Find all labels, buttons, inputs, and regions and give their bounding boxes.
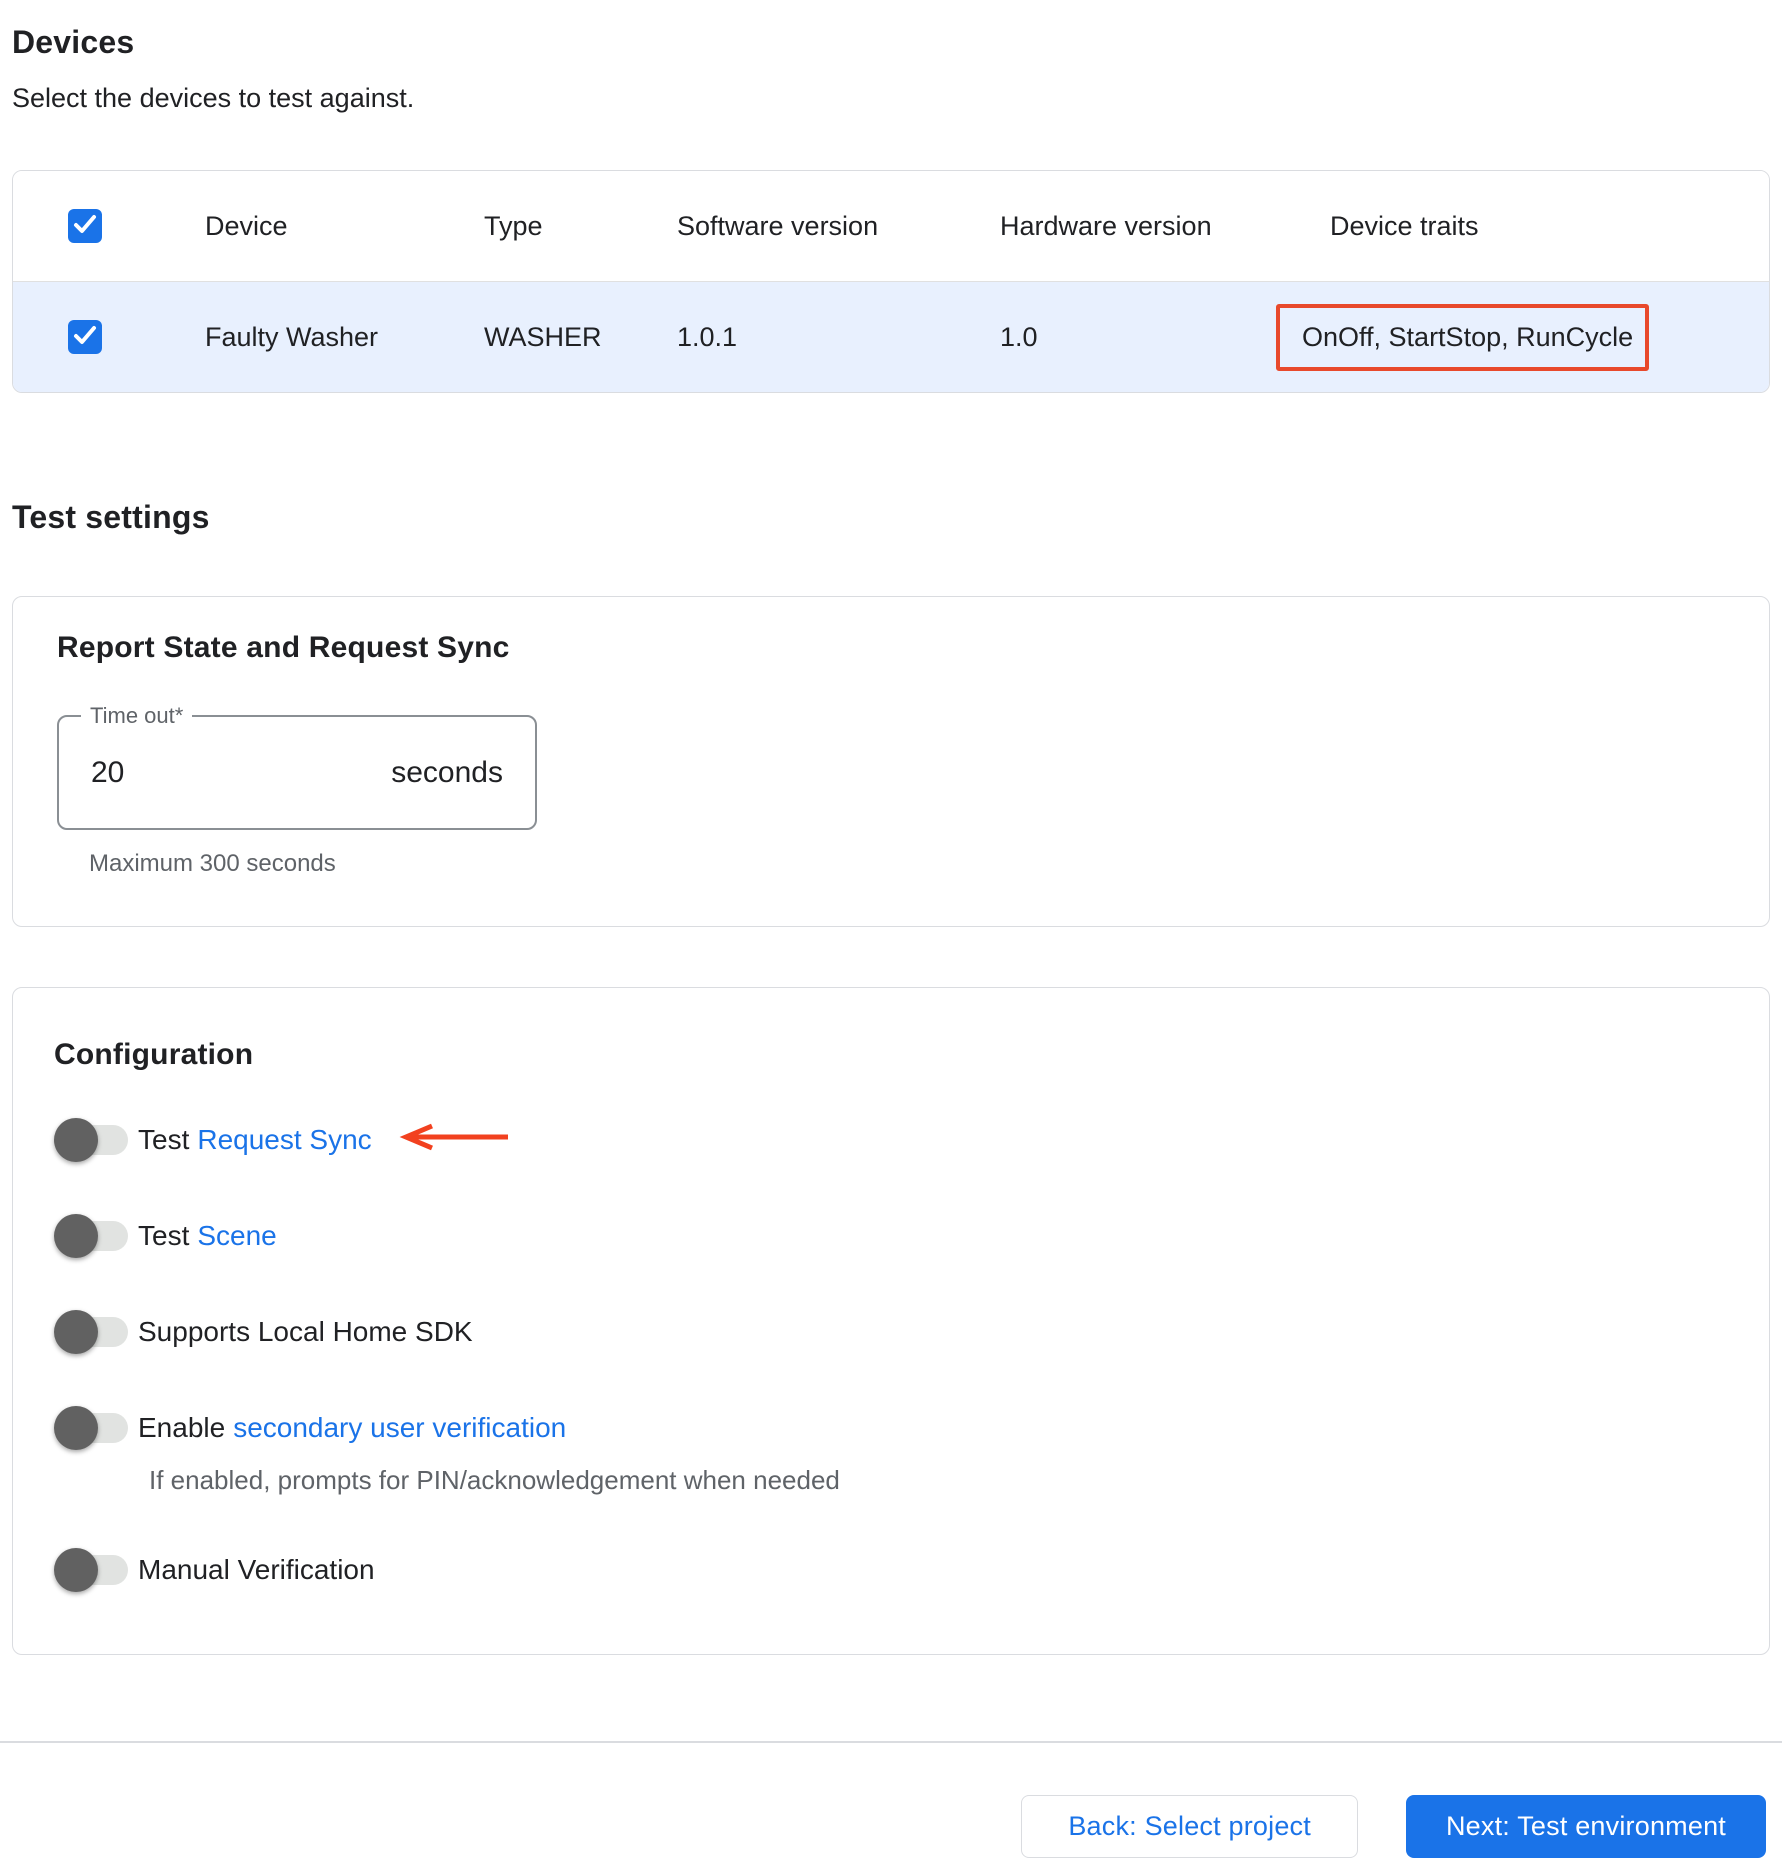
toggle-thumb (54, 1310, 98, 1354)
test-request-sync-toggle[interactable] (54, 1118, 128, 1162)
report-state-card-title: Report State and Request Sync (57, 631, 510, 664)
toggle-row-test-request-sync: Test Request Sync (54, 1118, 1725, 1162)
supports-local-home-sdk-toggle[interactable] (54, 1310, 128, 1354)
toggle-row-test-scene: Test Scene (54, 1214, 1725, 1258)
report-state-card: Report State and Request Sync Time out* … (12, 596, 1770, 927)
toggle-thumb (54, 1406, 98, 1450)
timeout-unit-label: seconds (391, 755, 503, 789)
timeout-field: Time out* seconds (57, 703, 537, 830)
secondary-user-verification-toggle[interactable] (54, 1406, 128, 1450)
toggle-label-text: Test (138, 1124, 190, 1155)
next-test-environment-button[interactable]: Next: Test environment (1405, 1795, 1766, 1858)
toggle-row-secondary-user-verification: Enable secondary user verification If en… (54, 1406, 1725, 1496)
secondary-user-verification-caption: If enabled, prompts for PIN/acknowledgem… (149, 1465, 840, 1495)
toggle-row-local-home-sdk: Supports Local Home SDK (54, 1310, 1725, 1354)
cell-device-traits: OnOff, StartStop, RunCycle (1276, 303, 1769, 371)
devices-table-header-row: Device Type Software version Hardware ve… (13, 171, 1769, 282)
timeout-field-label: Time out* (81, 703, 193, 729)
device-table-row: Faulty Washer WASHER 1.0.1 1.0 OnOff, St… (13, 282, 1769, 392)
toggle-label-text: Test (138, 1220, 190, 1251)
test-settings-heading: Test settings (12, 499, 210, 535)
device-traits-value: OnOff, StartStop, RunCycle (1302, 321, 1634, 352)
column-header-type: Type (484, 210, 543, 241)
toggle-thumb (54, 1214, 98, 1258)
red-highlight-box: OnOff, StartStop, RunCycle (1276, 303, 1650, 371)
column-header-software-version: Software version (677, 210, 879, 241)
cell-hardware-version: 1.0 (1000, 321, 1038, 352)
toggle-thumb (54, 1548, 98, 1592)
toggle-label-text: Enable (138, 1412, 226, 1443)
toggle-row-manual-verification: Manual Verification (54, 1548, 1725, 1592)
back-select-project-button[interactable]: Back: Select project (1021, 1795, 1358, 1858)
test-scene-toggle[interactable] (54, 1214, 128, 1258)
page-subtitle: Select the devices to test against. (12, 83, 415, 113)
toggle-label-text: Manual Verification (138, 1554, 375, 1585)
timeout-helper-text: Maximum 300 seconds (89, 850, 336, 877)
toggle-thumb (54, 1118, 98, 1162)
row-checkbox-cell (13, 320, 205, 354)
cell-device-type: WASHER (484, 321, 602, 352)
column-header-hardware-version: Hardware version (1000, 210, 1212, 241)
timeout-input[interactable] (91, 755, 311, 790)
cell-device-name: Faulty Washer (205, 321, 379, 352)
configuration-card: Configuration Test Request Sync Test Sce… (12, 987, 1770, 1655)
cell-software-version: 1.0.1 (677, 321, 738, 352)
checkmark-icon (72, 322, 98, 353)
column-header-device: Device (205, 210, 288, 241)
red-arrow-icon (396, 1123, 512, 1158)
footer-actions: Back: Select project Next: Test environm… (0, 1795, 1782, 1858)
footer-divider (0, 1741, 1782, 1743)
device-row-checkbox[interactable] (68, 320, 102, 354)
manual-verification-toggle[interactable] (54, 1548, 128, 1592)
header-checkbox-cell (13, 209, 205, 243)
devices-table: Device Type Software version Hardware ve… (12, 170, 1770, 393)
checkmark-icon (72, 211, 98, 242)
configuration-card-title: Configuration (54, 1038, 254, 1071)
column-header-device-traits: Device traits (1330, 210, 1479, 241)
toggle-label-text: Supports Local Home SDK (138, 1316, 473, 1347)
request-sync-link[interactable]: Request Sync (197, 1124, 371, 1156)
page-title: Devices (12, 24, 135, 60)
scene-link[interactable]: Scene (197, 1220, 276, 1252)
select-all-checkbox[interactable] (68, 209, 102, 243)
secondary-user-verification-link[interactable]: secondary user verification (233, 1412, 566, 1444)
